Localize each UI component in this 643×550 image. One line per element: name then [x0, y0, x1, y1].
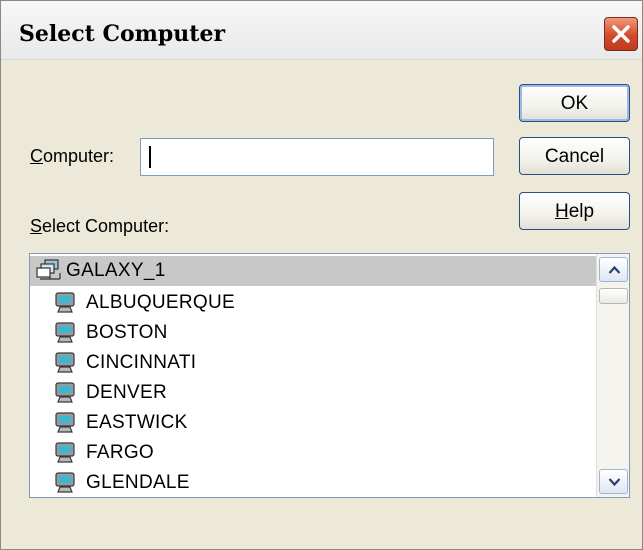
list-item-label: CINCINNATI	[86, 352, 197, 373]
list-item[interactable]: FARGO	[30, 438, 596, 468]
list-item[interactable]: BOSTON	[30, 318, 596, 348]
ok-button[interactable]: OK	[519, 84, 630, 122]
cancel-button[interactable]: Cancel	[519, 137, 630, 175]
close-button[interactable]	[604, 17, 638, 51]
computer-label: Computer:	[30, 146, 115, 166]
select-computer-label: Select Computer:	[30, 216, 170, 236]
computer-list[interactable]: GALAXY_1 ALBUQUERQUE BOSTON CINCINNATI D…	[29, 253, 630, 498]
list-item-label: BOSTON	[86, 322, 168, 343]
computer-icon	[55, 412, 75, 433]
computer-icon	[55, 382, 75, 403]
list-item[interactable]: GLENDALE	[30, 468, 596, 497]
list-item[interactable]: ALBUQUERQUE	[30, 288, 596, 318]
chevron-down-icon	[608, 478, 621, 487]
computer-icon	[55, 322, 75, 343]
list-item[interactable]: EASTWICK	[30, 408, 596, 438]
list-item-label: DENVER	[86, 382, 167, 403]
text-caret	[149, 146, 151, 168]
computer-icon	[55, 472, 75, 493]
list-item[interactable]: CINCINNATI	[30, 348, 596, 378]
title-bar[interactable]: Select Computer	[1, 1, 642, 60]
computer-icon	[55, 352, 75, 373]
list-item-label: GLENDALE	[86, 472, 190, 493]
chevron-up-icon	[608, 265, 621, 274]
computer-input[interactable]	[140, 138, 494, 176]
select-computer-dialog: Select Computer OK Computer: Cancel Help…	[0, 0, 643, 550]
close-icon	[612, 25, 630, 43]
scroll-thumb[interactable]	[599, 288, 628, 304]
list-item[interactable]: DENVER	[30, 378, 596, 408]
list-item-domain[interactable]: GALAXY_1	[30, 256, 596, 286]
vertical-scrollbar[interactable]	[596, 254, 629, 497]
dialog-title: Select Computer	[19, 21, 226, 47]
scroll-down-button[interactable]	[599, 469, 628, 494]
help-button[interactable]: Help	[519, 192, 630, 230]
list-item-label: EASTWICK	[86, 412, 188, 433]
computer-icon	[55, 442, 75, 463]
network-domain-icon	[36, 259, 61, 280]
list-item-label: ALBUQUERQUE	[86, 292, 236, 313]
list-item-label: GALAXY_1	[66, 260, 166, 281]
scroll-up-button[interactable]	[599, 257, 628, 282]
list-item-label: FARGO	[86, 442, 155, 463]
computer-icon	[55, 292, 75, 313]
